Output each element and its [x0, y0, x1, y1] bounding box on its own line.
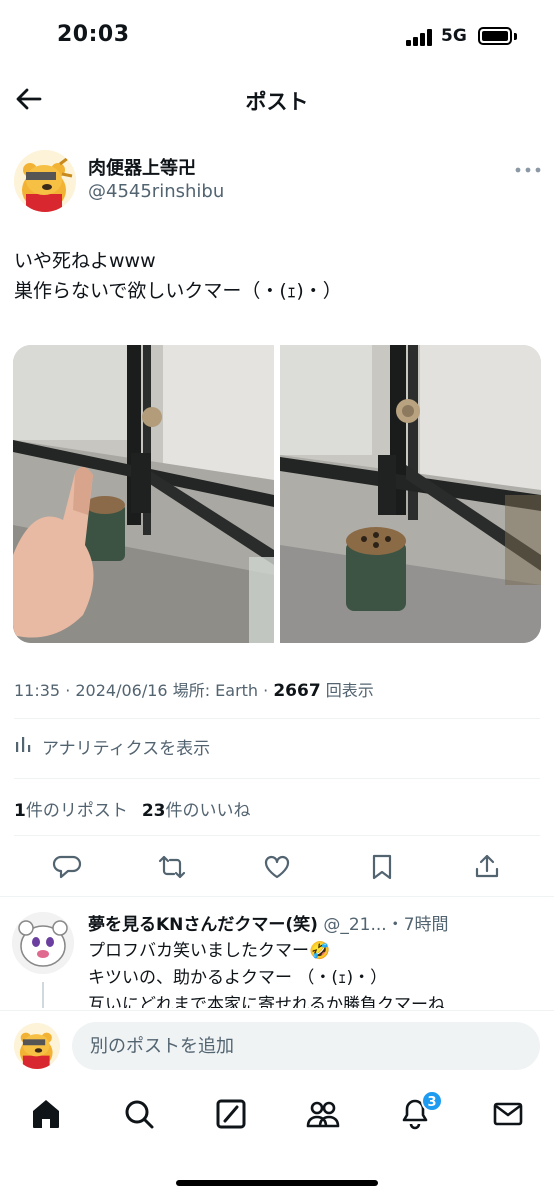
reply-time: ・7時間 — [386, 915, 449, 935]
reply-compose-input[interactable] — [72, 1022, 540, 1070]
divider — [14, 778, 540, 779]
divider — [14, 718, 540, 719]
reply-header: 夢を見るKNさんだクマー(笑) @_21...・7時間 — [88, 910, 449, 935]
post-date: 2024/06/16 — [75, 681, 168, 700]
photo-1[interactable] — [13, 345, 274, 643]
notification-badge: 3 — [421, 1090, 443, 1112]
views-count: 2667 — [273, 681, 321, 701]
home-icon[interactable] — [28, 1096, 64, 1132]
like-icon[interactable] — [262, 852, 292, 882]
reposts-count: 1 — [14, 801, 26, 821]
status-bar: 20:03 5G — [0, 0, 554, 74]
likes-stat[interactable]: 23件のいいね — [142, 796, 251, 821]
page-title: ポスト — [245, 90, 309, 114]
reposts-label: 件のリポスト — [25, 801, 128, 821]
compose-avatar — [14, 1023, 60, 1069]
reposts-stat[interactable]: 1件のリポスト — [14, 796, 128, 821]
search-icon[interactable] — [121, 1096, 157, 1132]
more-options-icon[interactable] — [514, 160, 542, 173]
post-time: 11:35 — [14, 681, 61, 700]
reply-icon[interactable] — [52, 852, 82, 882]
reply-author-name[interactable]: 夢を見るKNさんだクマー(笑) — [88, 915, 318, 935]
thread-line — [42, 982, 44, 1008]
reply-avatar[interactable] — [12, 912, 74, 974]
share-icon[interactable] — [472, 852, 502, 882]
views-label: 回表示 — [325, 681, 374, 700]
likes-label: 件のいいね — [165, 801, 251, 821]
home-indicator — [176, 1180, 378, 1186]
post-stats: 1件のリポスト 23件のいいね — [14, 796, 251, 821]
messages-icon[interactable] — [490, 1096, 526, 1132]
avatar[interactable] — [14, 150, 76, 212]
reply-post[interactable]: 夢を見るKNさんだクマー(笑) @_21...・7時間 プロフバカ笑いましたクマ… — [0, 898, 554, 1008]
top-header: ポスト — [0, 74, 554, 124]
battery-icon — [478, 27, 512, 45]
photo-2[interactable] — [280, 345, 541, 643]
network-label: 5G — [441, 26, 467, 46]
analytics-link[interactable]: アナリティクスを表示 — [14, 734, 210, 759]
bookmark-icon[interactable] — [367, 852, 397, 882]
author-name[interactable]: 肉便器上等卍 — [88, 154, 196, 180]
divider — [0, 896, 554, 897]
post-actions — [0, 846, 554, 890]
signal-icon — [406, 28, 434, 46]
grok-icon[interactable] — [213, 1096, 249, 1132]
communities-icon[interactable] — [305, 1096, 341, 1132]
post-media[interactable] — [13, 345, 541, 643]
reply-text: プロフバカ笑いましたクマー🤣 キツいの、助かるよクマー （・(ｪ)・） 互いにど… — [88, 941, 445, 1008]
compose-bar — [0, 1010, 554, 1082]
analytics-icon — [14, 734, 34, 759]
repost-icon[interactable] — [157, 852, 187, 882]
post-location[interactable]: 場所: Earth — [173, 681, 258, 700]
post-meta: 11:35 · 2024/06/16 場所: Earth · 2667 回表示 — [14, 681, 374, 701]
divider — [14, 835, 540, 836]
analytics-label: アナリティクスを表示 — [42, 739, 211, 759]
battery-tip — [514, 33, 517, 40]
likes-count: 23 — [141, 801, 166, 821]
post-author: 肉便器上等卍 @4545rinshibu — [0, 144, 554, 214]
post-text: いや死ねよwww 巣作らないで欲しいクマー（・(ｪ)・） — [14, 250, 342, 302]
reply-author-handle[interactable]: @_21... — [323, 915, 386, 935]
status-time: 20:03 — [57, 22, 130, 47]
author-handle[interactable]: @4545rinshibu — [88, 181, 224, 202]
